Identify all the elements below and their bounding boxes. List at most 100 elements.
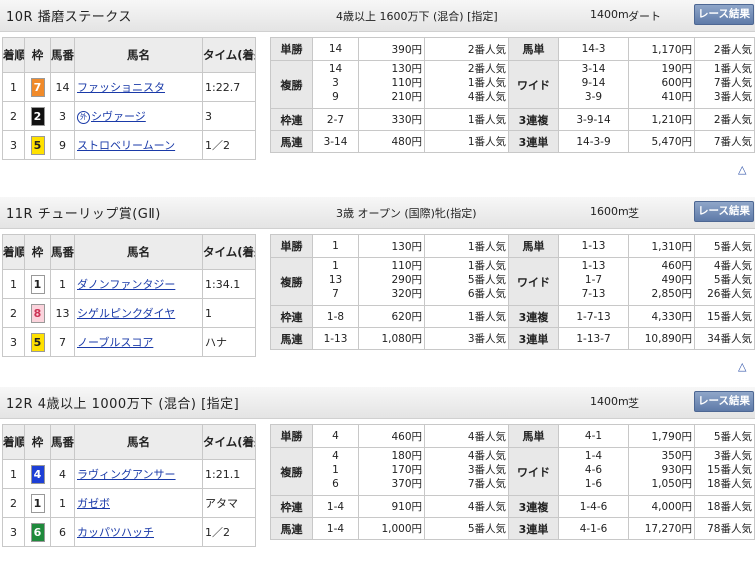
bet-payout: 130円 (358, 234, 425, 258)
page-top-icon[interactable]: △ (738, 360, 746, 373)
bet-popularity-list: 4番人気 3番人気 7番人気 (424, 447, 509, 496)
waku-cell: 1 (24, 269, 51, 299)
horse-name-cell: シゲルピンクダイヤ (74, 298, 203, 328)
race-title: 12R 4歳以上 1000万下 (混合) [指定] (6, 397, 240, 412)
table-row: 1 1 1 ダノンファンタジー 1:34.1 (2, 269, 256, 299)
finish-position: 1 (2, 72, 25, 102)
bet-payout: 320円 (391, 288, 422, 300)
race-distance: 1400m (590, 395, 629, 408)
header-cell: 馬番 (50, 424, 75, 460)
payout-row: 枠連 1-8 620円 1番人気 3連複 1-7-13 4,330円 15番人気 (270, 305, 755, 328)
bet-payout: 1,310円 (628, 234, 695, 258)
bet-combination: 3 (332, 77, 339, 89)
payout-row: 単勝 4 460円 4番人気 馬単 4-1 1,790円 5番人気 (270, 424, 755, 448)
finish-table-header: 着順枠馬番馬名タイム(着差) (2, 37, 256, 73)
payout-row: 複勝 1 13 7 110円 290円 320円 1番人気 5番人気 6番人気 ワイド 1-13 1-7… (270, 257, 755, 306)
bet-combination: 1-13 (581, 260, 606, 272)
finish-table: 着順枠馬番馬名タイム(着差)1714ファッショニスタ1:22.7223外シヴァー… (2, 37, 256, 160)
bet-payout: 190円 (661, 63, 692, 75)
table-row: 3 6 6 カッパツハッチ 1／2 (2, 517, 256, 547)
bet-popularity-list: 1番人気 5番人気 6番人気 (424, 257, 509, 306)
table-row: 1 4 4 ラヴィングアンサー 1:21.1 (2, 459, 256, 489)
bet-payout: 330円 (358, 108, 425, 131)
bet-type-label: 単勝 (270, 37, 313, 61)
payout-row: 複勝 14 3 9 130円 110円 210円 2番人気 1番人気 4番人気 ワイド 3-14 9-1… (270, 60, 755, 109)
horse-name-link[interactable]: ノーブルスコア (77, 336, 153, 349)
horse-name-link[interactable]: ダノンファンタジー (77, 278, 175, 291)
bet-type-label: 馬連 (270, 517, 313, 540)
payout-row: 枠連 2-7 330円 1番人気 3連複 3-9-14 1,210円 2番人気 (270, 108, 755, 131)
bet-payout: 10,890円 (628, 327, 695, 350)
bet-popularity-list: 1番人気 7番人気 3番人気 (694, 60, 755, 109)
waku-badge: 6 (30, 522, 45, 542)
bet-payout: 480円 (358, 130, 425, 153)
horse-name-link[interactable]: シヴァージ (91, 110, 146, 123)
horse-name-link[interactable]: シゲルピンクダイヤ (77, 307, 175, 320)
table-row: 2 2 3 外シヴァージ 3 (2, 101, 256, 131)
bet-payout-list: 180円 170円 370円 (358, 447, 425, 496)
finish-position: 2 (2, 101, 25, 131)
bet-popularity: 15番人気 (694, 305, 755, 328)
race-distance: 1600m (590, 205, 629, 218)
bet-type-label: 馬単 (508, 424, 559, 448)
horse-name-link[interactable]: ガゼボ (77, 497, 110, 510)
finish-position: 3 (2, 130, 25, 160)
bet-type-label: 馬単 (508, 234, 559, 258)
bet-payout: 370円 (391, 478, 422, 490)
horse-number: 6 (50, 517, 75, 547)
header-cell: 枠 (24, 424, 51, 460)
bet-payout: 210円 (391, 91, 422, 103)
bet-combination: 4 (332, 450, 339, 462)
bet-popularity: 26番人気 (707, 288, 752, 300)
payout-row: 枠連 1-4 910円 4番人気 3連複 1-4-6 4,000円 18番人気 (270, 495, 755, 518)
bet-payout: 1,000円 (358, 517, 425, 540)
bet-payout: 930円 (661, 464, 692, 476)
horse-name-link[interactable]: ファッショニスタ (77, 81, 165, 94)
bet-payout: 1,050円 (651, 478, 692, 490)
header-cell: タイム(着差) (202, 234, 256, 270)
bet-popularity: 4番人気 (424, 424, 509, 448)
bet-type-label: 単勝 (270, 424, 313, 448)
bet-payout: 620円 (358, 305, 425, 328)
bet-combination: 6 (332, 478, 339, 490)
bet-popularity: 3番人気 (713, 450, 752, 462)
bet-payout: 130円 (391, 63, 422, 75)
horse-name-link[interactable]: カッパツハッチ (77, 526, 154, 539)
bet-payout: 490円 (661, 274, 692, 286)
waku-badge: 1 (30, 274, 45, 294)
bet-popularity: 15番人気 (707, 464, 752, 476)
bet-combination: 4-1 (558, 424, 629, 448)
bet-payout: 350円 (661, 450, 692, 462)
bet-payout: 1,790円 (628, 424, 695, 448)
bet-popularity: 5番人気 (694, 234, 755, 258)
bet-popularity: 1番人気 (424, 234, 509, 258)
bet-payout: 910円 (358, 495, 425, 518)
finish-position: 2 (2, 488, 25, 518)
horse-name-link[interactable]: ストロベリームーン (77, 139, 175, 152)
bet-popularity: 5番人気 (694, 424, 755, 448)
bet-popularity: 4番人気 (467, 91, 506, 103)
waku-cell: 7 (24, 72, 51, 102)
waku-badge: 5 (30, 135, 45, 155)
bet-popularity: 4番人気 (424, 495, 509, 518)
bet-popularity: 2番人気 (694, 37, 755, 61)
bet-combination: 14-3 (558, 37, 629, 61)
horse-name-cell: ダノンファンタジー (74, 269, 203, 299)
bet-type-label: 馬連 (270, 130, 313, 153)
bet-combination: 1-4 (312, 495, 359, 518)
waku-cell: 5 (24, 327, 51, 357)
race-result-button[interactable]: レース結果 (694, 4, 754, 25)
horse-name-cell: ファッショニスタ (74, 72, 203, 102)
race-result-button[interactable]: レース結果 (694, 391, 754, 412)
bet-popularity: 5番人気 (713, 274, 752, 286)
foreign-mark-icon: 外 (77, 111, 90, 124)
finish-time: 1 (202, 298, 256, 328)
finish-time: 1／2 (202, 517, 256, 547)
bet-popularity: 7番人気 (467, 478, 506, 490)
page-top-icon[interactable]: △ (738, 163, 746, 176)
bet-popularity: 7番人気 (694, 130, 755, 153)
bet-combination: 1 (332, 464, 339, 476)
race-result-button[interactable]: レース結果 (694, 201, 754, 222)
horse-name-link[interactable]: ラヴィングアンサー (77, 468, 176, 481)
waku-cell: 2 (24, 101, 51, 131)
